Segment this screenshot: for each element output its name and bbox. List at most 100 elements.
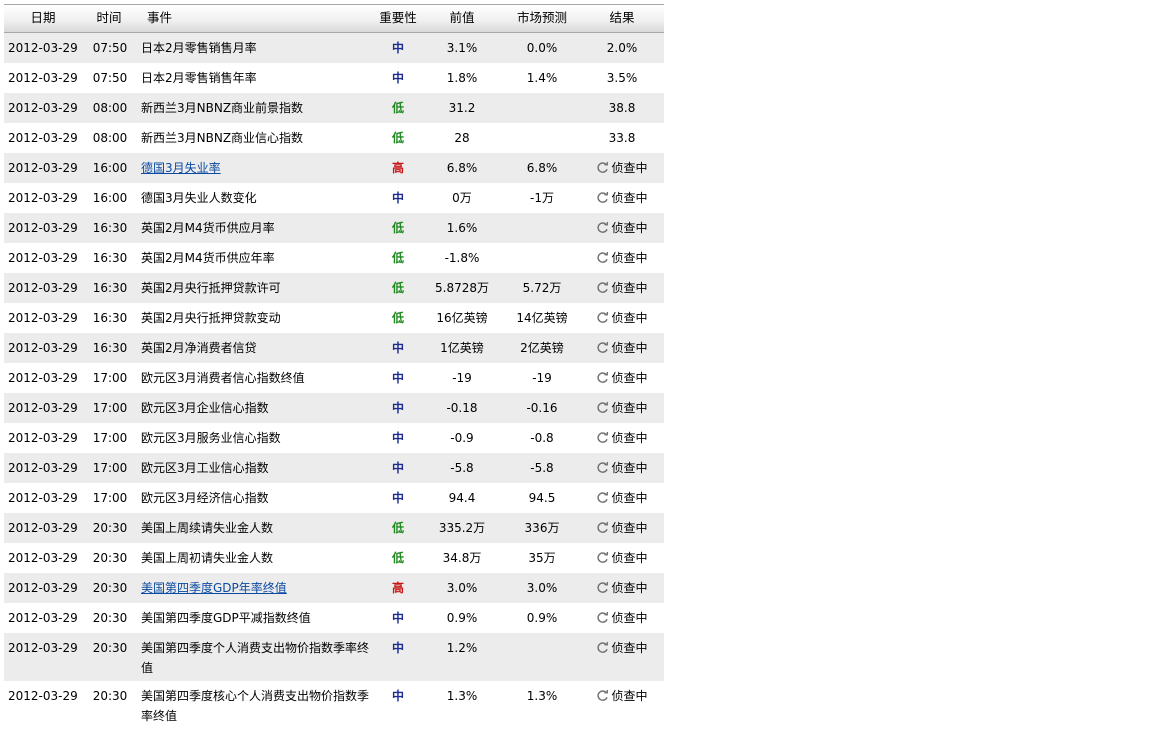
forecast-value: -5.8 [530,461,554,475]
previous-value: -0.9 [450,431,474,445]
refresh-icon [596,640,609,653]
header-previous: 前值 [449,10,475,25]
forecast-value: 94.5 [528,491,556,505]
pending-label: 侦查中 [611,689,648,703]
actual-status: 侦查中 [586,518,658,542]
pending-label: 侦查中 [611,311,648,325]
pending-status: 侦查中 [596,308,648,328]
forecast-value: -0.16 [526,401,558,415]
importance-badge: 中 [391,461,404,475]
table-row: 2012-03-29 17:00 欧元区3月工业信心指数 中 -5.8 -5.8 侦查中 [4,453,664,483]
event-name: 美国第四季度GDP平减指数终值 [141,611,311,625]
table-row: 2012-03-29 16:30 英国2月净消费者信贷 中 1亿英镑 2亿英镑 侦查中 [4,333,664,363]
importance-badge: 中 [391,401,404,415]
row-time: 07:50 [92,71,128,85]
forecast-value: 3.0% [526,581,558,595]
pending-status: 侦查中 [596,578,648,598]
forecast-value: 35万 [528,551,556,565]
pending-label: 侦查中 [611,551,648,565]
forecast-value: 1.4% [526,71,558,85]
importance-badge: 低 [391,221,404,235]
refresh-icon [596,190,609,203]
actual-status: 侦查中 [586,578,658,602]
row-date: 2012-03-29 [8,431,78,445]
previous-value: -0.18 [446,401,478,415]
pending-label: 侦查中 [611,401,648,415]
refresh-icon [596,280,609,293]
row-time: 16:00 [92,191,128,205]
actual-status: 侦查中 [586,338,658,362]
importance-badge: 低 [391,521,404,535]
table-header: 日期 时间 事件 重要性 前值 市场预测 结果 [4,4,664,33]
refresh-icon [596,430,609,443]
previous-value: 5.8728万 [435,281,489,295]
actual-value: 33.8 [608,131,636,145]
row-time: 16:00 [92,161,128,175]
row-date: 2012-03-29 [8,521,78,535]
pending-status: 侦查中 [596,638,648,658]
table-row: 2012-03-29 17:00 欧元区3月消费者信心指数终值 中 -19 -19 侦查中 [4,363,664,393]
forecast-value: 0.9% [526,611,558,625]
event-name: 德国3月失业人数变化 [141,191,257,205]
row-time: 20:30 [92,611,128,625]
forecast-value: -0.8 [530,431,554,445]
header-date: 日期 [30,10,56,25]
importance-badge: 高 [391,581,404,595]
forecast-value: -19 [532,371,552,385]
row-time: 16:30 [92,251,128,265]
previous-value: 1.6% [446,221,478,235]
pending-label: 侦查中 [611,191,648,205]
pending-status: 侦查中 [596,428,648,448]
pending-status: 侦查中 [596,488,648,508]
previous-value: 1亿英镑 [440,341,484,355]
actual-value: 3.5% [606,71,638,85]
table-row: 2012-03-29 20:30 美国上周续请失业金人数 低 335.2万 336万 侦查中 [4,513,664,543]
actual-status: 侦查中 [586,638,658,662]
table-row: 2012-03-29 16:30 英国2月M4货币供应年率 低 -1.8% 侦查中 [4,243,664,273]
row-time: 20:30 [92,551,128,565]
previous-value: 1.8% [446,71,478,85]
actual-status: 侦查中 [586,608,658,632]
actual-status: 侦查中 [586,548,658,572]
forecast-value: 14亿英镑 [516,311,568,325]
table-row: 2012-03-29 08:00 新西兰3月NBNZ商业前景指数 低 31.2 38.8 [4,93,664,123]
refresh-icon [596,220,609,233]
refresh-icon [596,460,609,473]
pending-status: 侦查中 [596,218,648,238]
table-row: 2012-03-29 17:00 欧元区3月企业信心指数 中 -0.18 -0.16 侦查中 [4,393,664,423]
event-name: 美国上周续请失业金人数 [141,521,274,535]
row-date: 2012-03-29 [8,611,78,625]
row-date: 2012-03-29 [8,131,78,145]
event-name: 美国第四季度个人消费支出物价指数季率终值 [141,641,370,675]
row-time: 17:00 [92,461,128,475]
forecast-value: 336万 [524,521,560,535]
event-link[interactable]: 德国3月失业率 [141,158,377,178]
importance-badge: 低 [391,251,404,265]
actual-status: 侦查中 [586,218,658,242]
row-date: 2012-03-29 [8,41,78,55]
actual-status: 侦查中 [586,308,658,332]
refresh-icon [596,550,609,563]
previous-value: -5.8 [450,461,474,475]
row-time: 20:30 [92,689,128,703]
pending-status: 侦查中 [596,338,648,358]
actual-status: 侦查中 [586,248,658,272]
event-name: 欧元区3月经济信心指数 [141,491,269,505]
pending-status: 侦查中 [596,548,648,568]
actual-status: 侦查中 [586,278,658,302]
event-name: 欧元区3月企业信心指数 [141,401,269,415]
pending-label: 侦查中 [611,341,648,355]
previous-value: 0.9% [446,611,478,625]
row-time: 07:50 [92,41,128,55]
forecast-value: 6.8% [526,161,558,175]
pending-status: 侦查中 [596,398,648,418]
pending-status: 侦查中 [596,368,648,388]
event-name: 英国2月净消费者信贷 [141,341,257,355]
row-date: 2012-03-29 [8,101,78,115]
previous-value: 94.4 [448,491,476,505]
importance-badge: 中 [391,689,404,703]
event-link[interactable]: 美国第四季度GDP年率终值 [141,578,377,598]
previous-value: 3.0% [446,581,478,595]
event-name: 英国2月央行抵押贷款许可 [141,281,281,295]
event-name: 新西兰3月NBNZ商业信心指数 [141,131,304,145]
